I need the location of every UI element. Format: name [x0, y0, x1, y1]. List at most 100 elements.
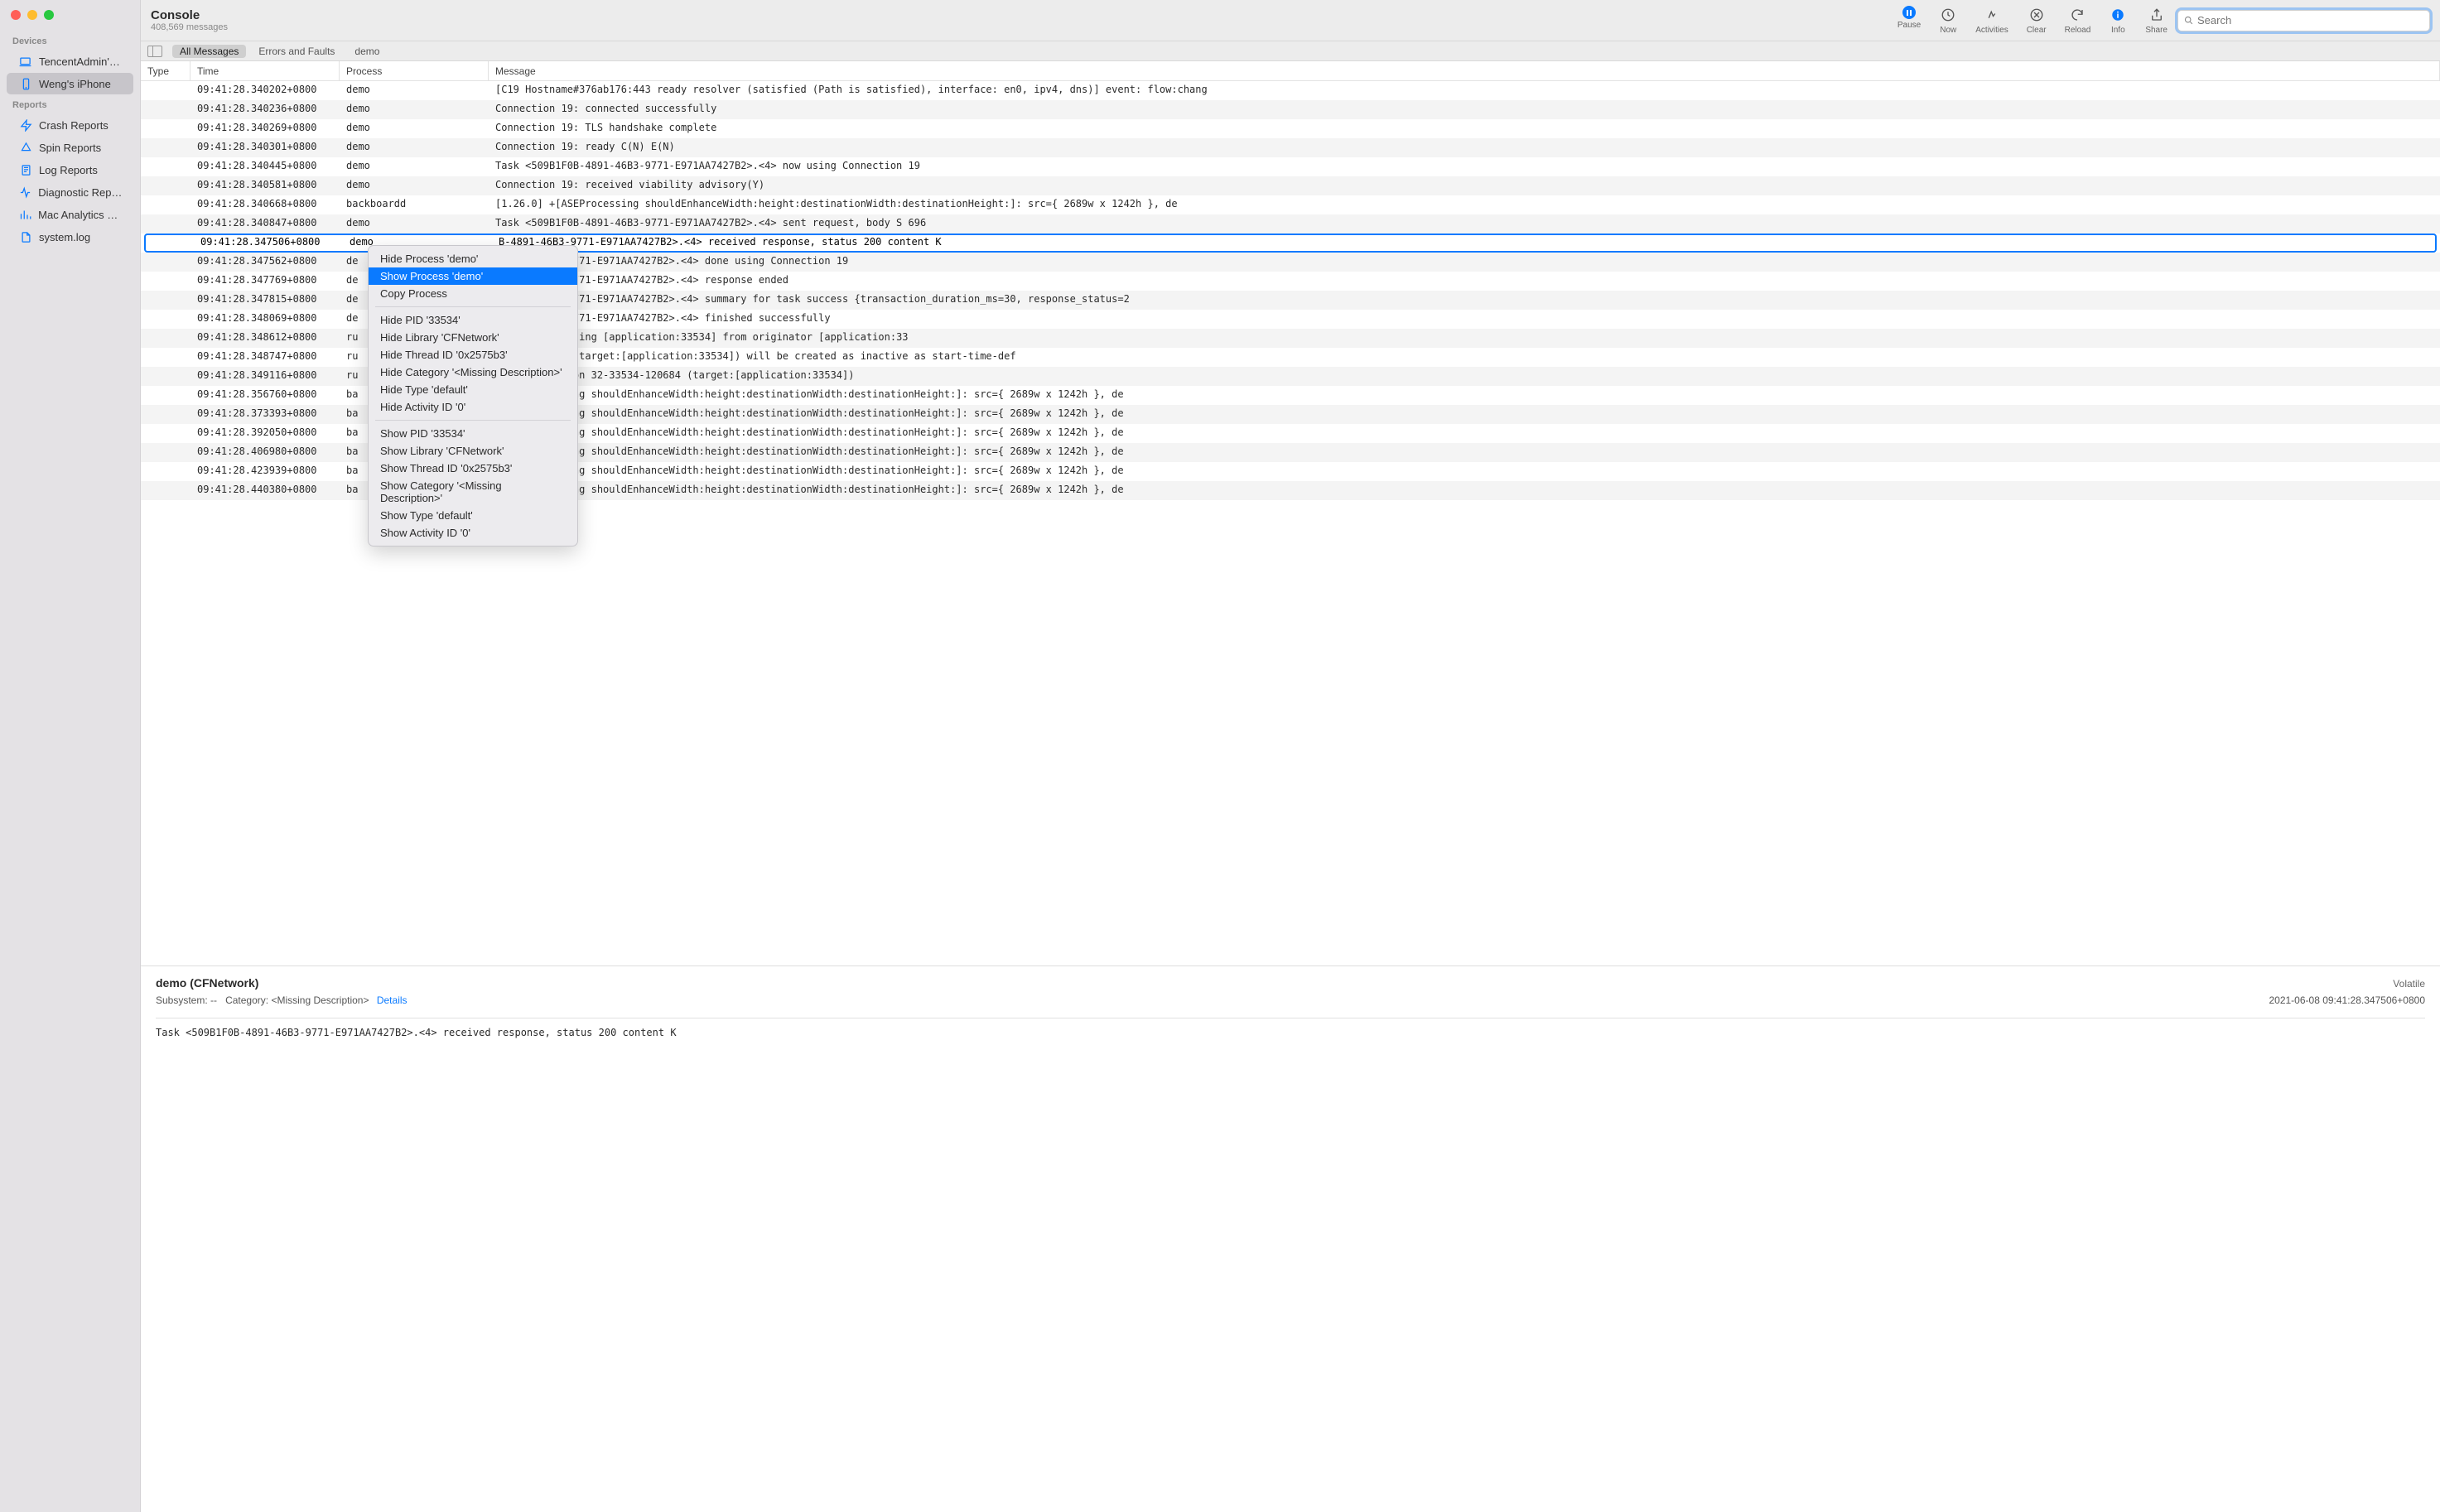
column-header-type[interactable]: Type: [141, 61, 190, 80]
context-menu-item[interactable]: Show Thread ID '0x2575b3': [369, 460, 577, 477]
sidebar-item-label: Weng's iPhone: [39, 78, 111, 90]
column-header-time[interactable]: Time: [190, 61, 340, 80]
filter-all-messages[interactable]: All Messages: [172, 45, 246, 58]
row-time: 09:41:28.440380+0800: [190, 481, 340, 500]
context-menu-item[interactable]: Show PID '33534': [369, 425, 577, 442]
detail-body[interactable]: Task <509B1F0B-4891-46B3-9771-E971AA7427…: [156, 1027, 2425, 1038]
row-message: Connection 19: ready C(N) E(N): [489, 138, 2440, 157]
row-time: 09:41:28.348747+0800: [190, 348, 340, 367]
row-message: +[ASEProcessing shouldEnhanceWidth:heigh…: [489, 424, 2440, 443]
sidebar-item-log-reports[interactable]: Log Reports: [7, 159, 133, 181]
row-time: 09:41:28.340236+0800: [190, 100, 340, 119]
sidebar-item-crash-reports[interactable]: Crash Reports: [7, 114, 133, 136]
filter-errors-faults[interactable]: Errors and Faults: [251, 45, 342, 58]
sidebar-item-label: Spin Reports: [39, 142, 101, 154]
context-menu-separator: [375, 306, 571, 307]
table-row[interactable]: 09:41:28.340847+0800demoTask <509B1F0B-4…: [141, 214, 2440, 234]
table-row[interactable]: 09:41:28.340269+0800demoConnection 19: T…: [141, 119, 2440, 138]
row-time: 09:41:28.406980+0800: [190, 443, 340, 462]
spin-icon: [19, 142, 32, 154]
search-field[interactable]: [2177, 10, 2430, 31]
diagnostic-icon: [19, 186, 31, 199]
row-message: B-4891-46B3-9771-E971AA7427B2>.<4> finis…: [489, 310, 2440, 329]
row-message: +[ASEProcessing shouldEnhanceWidth:heigh…: [489, 481, 2440, 500]
row-time: 09:41:28.392050+0800: [190, 424, 340, 443]
detail-pane: demo (CFNetwork) Volatile Subsystem: -- …: [141, 965, 2440, 1047]
row-message: Connection 19: connected successfully: [489, 100, 2440, 119]
share-button[interactable]: Share: [2145, 6, 2168, 35]
detail-details-link[interactable]: Details: [377, 994, 407, 1006]
now-button[interactable]: Now: [1939, 6, 1957, 35]
column-header-message[interactable]: Message: [489, 61, 2440, 80]
sidebar-item-label: Log Reports: [39, 164, 98, 176]
sidebar-item-label: Crash Reports: [39, 119, 108, 132]
reload-icon: [2068, 6, 2086, 24]
context-menu-item[interactable]: Show Type 'default': [369, 507, 577, 524]
context-menu-item[interactable]: Show Category '<Missing Description>': [369, 477, 577, 507]
row-message: iring assertion 32-33534-120684 (target:…: [489, 367, 2440, 386]
close-window-button[interactable]: [11, 10, 21, 20]
context-menu-separator: [375, 420, 571, 421]
row-process: demo: [340, 100, 489, 119]
sidebar-item-diagnostic-reports[interactable]: Diagnostic Reports: [7, 181, 133, 203]
table-row[interactable]: 09:41:28.340668+0800backboardd [1.26.0] …: [141, 195, 2440, 214]
row-message: +[ASEProcessing shouldEnhanceWidth:heigh…: [489, 462, 2440, 481]
reload-button[interactable]: Reload: [2065, 6, 2091, 35]
context-menu-item[interactable]: Hide Process 'demo': [369, 250, 577, 267]
crash-icon: [19, 119, 32, 132]
row-process: demo: [340, 138, 489, 157]
pause-button[interactable]: Pause: [1898, 6, 1921, 30]
sidebar-item-system-log[interactable]: system.log: [7, 226, 133, 248]
context-menu-item[interactable]: Hide Thread ID '0x2575b3': [369, 346, 577, 364]
table-row[interactable]: 09:41:28.340301+0800demoConnection 19: r…: [141, 138, 2440, 157]
sidebar-device-tencentadmin[interactable]: TencentAdmin's…: [7, 51, 133, 72]
row-message: B-4891-46B3-9771-E971AA7427B2>.<4> summa…: [489, 291, 2440, 310]
row-message: B-4891-46B3-9771-E971AA7427B2>.<4> done …: [489, 253, 2440, 272]
table-row[interactable]: 09:41:28.340202+0800demo[C19 Hostname#37…: [141, 81, 2440, 100]
search-input[interactable]: [2197, 14, 2424, 26]
filter-tag-demo[interactable]: demo: [347, 45, 387, 58]
sidebar-section-reports: Reports: [0, 95, 140, 113]
minimize-window-button[interactable]: [27, 10, 37, 20]
context-menu[interactable]: Hide Process 'demo'Show Process 'demo'Co…: [368, 245, 578, 547]
activities-button[interactable]: Activities: [1975, 6, 2008, 35]
fullscreen-window-button[interactable]: [44, 10, 54, 20]
info-button[interactable]: Info: [2109, 6, 2127, 35]
table-row[interactable]: 09:41:28.340581+0800demoConnection 19: r…: [141, 176, 2440, 195]
sidebar-toggle-button[interactable]: [147, 46, 162, 57]
row-process: demo: [340, 81, 489, 100]
sidebar-item-mac-analytics[interactable]: Mac Analytics Data: [7, 204, 133, 225]
sidebar-item-spin-reports[interactable]: Spin Reports: [7, 137, 133, 158]
row-message: 33534-120684 (target:[application:33534]…: [489, 348, 2440, 367]
column-header-process[interactable]: Process: [340, 61, 489, 80]
context-menu-item[interactable]: Hide Library 'CFNetwork': [369, 329, 577, 346]
sidebar-item-label: Diagnostic Reports: [38, 186, 125, 199]
clear-button[interactable]: Clear: [2027, 6, 2047, 35]
context-menu-item[interactable]: Show Activity ID '0': [369, 524, 577, 542]
main-pane: Console 408,569 messages Pause Now Activ…: [141, 0, 2440, 1512]
filter-bar: All Messages Errors and Faults demo: [141, 41, 2440, 61]
context-menu-item[interactable]: Hide Activity ID '0': [369, 398, 577, 416]
row-time: 09:41:28.356760+0800: [190, 386, 340, 405]
activities-icon: [1983, 6, 2001, 24]
row-message: Task <509B1F0B-4891-46B3-9771-E971AA7427…: [489, 214, 2440, 234]
context-menu-item[interactable]: Hide Type 'default': [369, 381, 577, 398]
context-menu-item[interactable]: Show Process 'demo': [369, 267, 577, 285]
row-time: 09:41:28.340581+0800: [190, 176, 340, 195]
window-controls: [0, 7, 140, 31]
toolbar: Console 408,569 messages Pause Now Activ…: [141, 0, 2440, 41]
sidebar-item-label: Mac Analytics Data: [38, 209, 125, 221]
row-process: backboardd: [340, 195, 489, 214]
file-icon: [19, 231, 32, 243]
sidebar-device-wengs-iphone[interactable]: Weng's iPhone: [7, 73, 133, 94]
table-row[interactable]: 09:41:28.340236+0800demoConnection 19: c…: [141, 100, 2440, 119]
context-menu-item[interactable]: Show Library 'CFNetwork': [369, 442, 577, 460]
table-row[interactable]: 09:41:28.340445+0800demoTask <509B1F0B-4…: [141, 157, 2440, 176]
row-message: B-4891-46B3-9771-E971AA7427B2>.<4> respo…: [489, 272, 2440, 291]
context-menu-item[interactable]: Copy Process: [369, 285, 577, 302]
row-time: 09:41:28.348069+0800: [190, 310, 340, 329]
context-menu-item[interactable]: Hide Category '<Missing Description>': [369, 364, 577, 381]
row-message: [C19 Hostname#376ab176:443 ready resolve…: [489, 81, 2440, 100]
context-menu-item[interactable]: Hide PID '33534': [369, 311, 577, 329]
detail-timestamp: 2021-06-08 09:41:28.347506+0800: [2269, 994, 2425, 1006]
